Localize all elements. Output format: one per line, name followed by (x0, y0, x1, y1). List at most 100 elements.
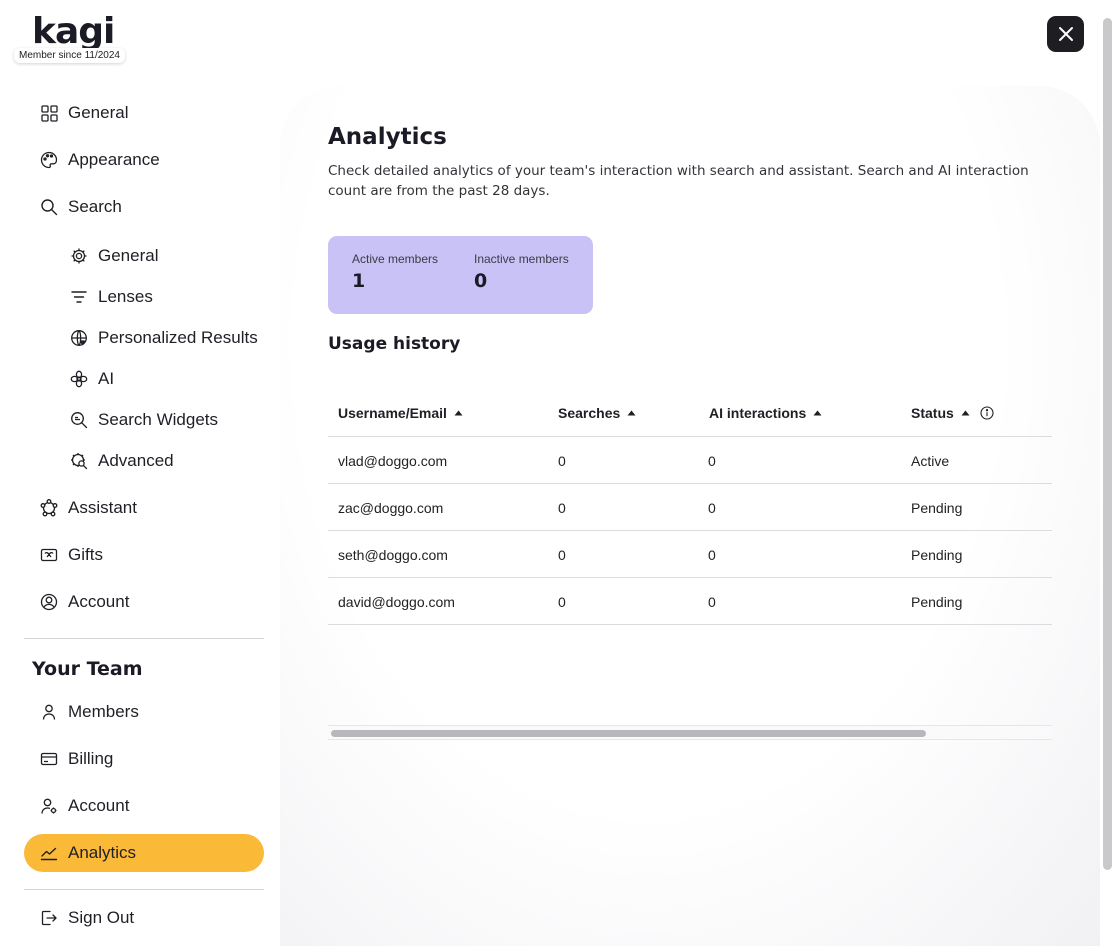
sidebar-item-label: Account (68, 796, 130, 815)
gear-search-icon (70, 452, 88, 470)
sort-ascending-icon[interactable] (454, 410, 463, 416)
sidebar-item-advanced[interactable]: Advanced (24, 442, 264, 480)
sidebar-item-label: Advanced (98, 451, 174, 470)
cell-username: zac@doggo.com (338, 500, 444, 516)
active-members-stat: Active members 1 (352, 252, 438, 292)
column-header-label: Username/Email (338, 405, 447, 421)
sidebar-item-members[interactable]: Members (24, 693, 264, 731)
info-icon[interactable] (980, 406, 994, 420)
cell-username: seth@doggo.com (338, 547, 448, 563)
table-row: david@doggo.com 0 0 Pending (328, 578, 1052, 625)
sidebar-item-team-account[interactable]: Account (24, 787, 264, 825)
member-stats-card: Active members 1 Inactive members 0 (328, 236, 593, 314)
gift-card-icon (40, 546, 58, 564)
table-horizontal-scrollbar[interactable] (328, 725, 1052, 740)
column-header-ai-interactions[interactable]: AI interactions (709, 405, 822, 421)
sidebar-item-label: Assistant (68, 498, 137, 517)
sidebar-item-account[interactable]: Account (24, 583, 264, 621)
sidebar-item-label: Analytics (68, 843, 137, 862)
page-description: Check detailed analytics of your team's … (328, 163, 1029, 199)
sidebar-item-personalized-results[interactable]: Personalized Results (24, 319, 264, 357)
assistant-icon (40, 499, 58, 517)
sort-ascending-icon[interactable] (961, 410, 970, 416)
table-row: zac@doggo.com 0 0 Pending (328, 484, 1052, 531)
sidebar-item-label: Account (68, 592, 130, 611)
sidebar-item-gifts[interactable]: Gifts (24, 536, 264, 574)
usage-history-heading: Usage history (328, 334, 461, 354)
usage-history-table: Username/Email Searches AI interactions … (328, 391, 1052, 625)
page-title: Analytics (328, 124, 447, 150)
cell-searches: 0 (558, 547, 566, 563)
cell-status: Pending (911, 500, 963, 516)
sidebar-item-assistant[interactable]: Assistant (24, 489, 264, 527)
sidebar-item-label: Appearance (68, 150, 160, 169)
stat-label: Active members (352, 252, 439, 266)
sign-out-icon (40, 909, 58, 927)
close-button[interactable] (1047, 16, 1084, 52)
table-row: seth@doggo.com 0 0 Pending (328, 531, 1052, 578)
cell-ai-interactions: 0 (708, 594, 716, 610)
kagi-logo[interactable]: kagi (32, 14, 115, 50)
sign-out-button[interactable]: Sign Out (24, 899, 264, 937)
sidebar-item-label: Members (68, 702, 139, 721)
globe-heart-icon (70, 329, 88, 347)
sidebar-item-search[interactable]: Search (24, 188, 264, 226)
sidebar-divider (24, 889, 264, 890)
sidebar-item-label: Personalized Results (98, 328, 258, 347)
page-vertical-scrollbar[interactable] (1103, 18, 1112, 870)
cell-status: Pending (911, 594, 963, 610)
sidebar-item-ai[interactable]: AI (24, 360, 264, 398)
sidebar-item-label: Search (68, 197, 122, 216)
palette-icon (40, 151, 58, 169)
column-header-label: Status (911, 405, 954, 421)
cell-searches: 0 (558, 594, 566, 610)
close-x-icon (1058, 27, 1073, 41)
column-header-label: AI interactions (709, 405, 807, 421)
sort-ascending-icon[interactable] (813, 410, 822, 416)
sidebar-item-label: Search Widgets (98, 410, 218, 429)
sort-ascending-icon[interactable] (627, 410, 636, 416)
column-header-username[interactable]: Username/Email (338, 405, 463, 421)
sidebar-item-label: General (68, 103, 129, 122)
sidebar-item-lenses[interactable]: Lenses (24, 278, 264, 316)
analytics-panel: Analytics Check detailed analytics of yo… (280, 86, 1100, 946)
credit-card-icon (40, 750, 58, 768)
stat-label: Inactive members (474, 252, 569, 266)
sidebar-item-label: Billing (68, 749, 114, 768)
account-circle-icon (40, 593, 58, 611)
chart-line-icon (40, 844, 58, 862)
cell-ai-interactions: 0 (708, 547, 716, 563)
stat-value: 1 (352, 270, 366, 292)
sidebar-divider (24, 638, 264, 639)
sidebar-item-label: General (98, 246, 159, 265)
sidebar-item-label: Sign Out (68, 908, 135, 927)
cell-status: Active (911, 453, 950, 469)
cell-username: vlad@doggo.com (338, 453, 448, 469)
cell-username: david@doggo.com (338, 594, 455, 610)
cell-status: Pending (911, 547, 963, 563)
cell-ai-interactions: 0 (708, 500, 716, 516)
table-header-row: Username/Email Searches AI interactions … (328, 391, 1052, 437)
column-header-status[interactable]: Status (911, 405, 994, 421)
sidebar-item-appearance[interactable]: Appearance (24, 141, 264, 179)
column-header-searches[interactable]: Searches (558, 405, 636, 421)
person-gear-icon (40, 797, 58, 815)
cell-searches: 0 (558, 500, 566, 516)
grid-icon (40, 104, 58, 122)
your-team-heading: Your Team (32, 658, 143, 680)
brand: kagi Member since 11/2024 (14, 14, 132, 66)
filter-icon (70, 288, 88, 306)
gear-icon (70, 247, 88, 265)
column-header-label: Searches (558, 405, 621, 421)
scrollbar-thumb[interactable] (331, 730, 926, 737)
sidebar-item-search-general[interactable]: General (24, 237, 264, 275)
sidebar-item-label: Gifts (68, 545, 103, 564)
inactive-members-stat: Inactive members 0 (474, 252, 569, 292)
sidebar-item-search-widgets[interactable]: Search Widgets (24, 401, 264, 439)
cell-searches: 0 (558, 453, 566, 469)
sidebar-item-analytics[interactable]: Analytics (24, 834, 264, 872)
sidebar-item-billing[interactable]: Billing (24, 740, 264, 778)
sidebar-item-general[interactable]: General (24, 94, 264, 132)
stat-value: 0 (474, 270, 488, 292)
member-since-badge: Member since 11/2024 (14, 48, 125, 63)
